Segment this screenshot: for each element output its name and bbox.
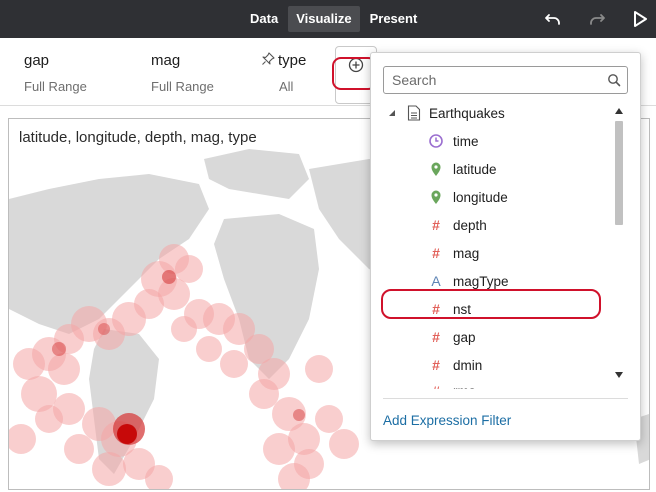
hash-icon: # xyxy=(432,301,440,317)
column-item-magtype[interactable]: A magType xyxy=(427,267,509,295)
undo-icon[interactable] xyxy=(543,9,563,29)
column-item-mag[interactable]: # mag xyxy=(427,239,479,267)
column-item-dmin[interactable]: # dmin xyxy=(427,351,482,379)
expand-triangle-icon[interactable] xyxy=(387,108,397,118)
tab-visualize[interactable]: Visualize xyxy=(288,6,360,32)
column-item-nst[interactable]: # nst xyxy=(427,295,471,323)
hash-icon: # xyxy=(432,245,440,261)
pin-icon[interactable] xyxy=(261,52,275,66)
location-pin-icon xyxy=(431,162,441,176)
hash-icon: # xyxy=(432,217,440,233)
filter-gap[interactable]: gap Full Range xyxy=(24,52,87,94)
column-label: magType xyxy=(453,273,509,289)
column-search-input[interactable] xyxy=(383,66,628,94)
tree-node-dataset[interactable]: Earthquakes xyxy=(387,99,505,127)
mode-nav: Data Visualize Present xyxy=(242,0,425,38)
column-label: dmin xyxy=(453,357,483,373)
scroll-up-arrow-icon[interactable] xyxy=(614,107,624,115)
top-toolbar: Data Visualize Present xyxy=(0,0,656,38)
filter-value: All xyxy=(279,79,294,94)
filter-type[interactable]: type All xyxy=(261,52,306,94)
location-pin-icon xyxy=(431,190,441,204)
filter-name: mag xyxy=(151,52,181,69)
column-item-rms[interactable]: # rms xyxy=(427,377,476,390)
filter-value: Full Range xyxy=(151,79,214,94)
play-icon[interactable] xyxy=(630,9,650,29)
redo-icon[interactable] xyxy=(587,9,607,29)
tab-present[interactable]: Present xyxy=(362,6,426,32)
hash-icon: # xyxy=(427,383,445,389)
column-item-depth[interactable]: # depth xyxy=(427,211,487,239)
filter-value: Full Range xyxy=(24,79,87,94)
column-label: rms xyxy=(453,384,476,390)
visualization-title: latitude, longitude, depth, mag, type xyxy=(19,129,257,146)
column-label: gap xyxy=(453,329,476,345)
column-label: mag xyxy=(453,245,480,261)
column-label: latitude xyxy=(453,161,497,177)
add-expression-filter-link[interactable]: Add Expression Filter xyxy=(383,413,511,428)
dataset-label: Earthquakes xyxy=(429,105,505,121)
tab-data[interactable]: Data xyxy=(242,6,286,32)
column-label: nst xyxy=(453,301,472,317)
panel-divider xyxy=(383,398,628,399)
clock-icon xyxy=(429,134,443,148)
search-icon xyxy=(608,74,621,87)
text-attribute-icon: A xyxy=(431,273,441,289)
column-label: longitude xyxy=(453,189,508,205)
dataset-icon xyxy=(407,105,421,121)
filter-name: type xyxy=(278,52,307,69)
column-label: time xyxy=(453,133,479,149)
column-item-time[interactable]: time xyxy=(427,127,479,155)
column-label: depth xyxy=(453,217,487,233)
filter-mag[interactable]: mag Full Range xyxy=(151,52,214,94)
hash-icon: # xyxy=(432,329,440,345)
plus-circle-icon xyxy=(348,57,364,73)
add-filter-dropdown: Earthquakes time latitude longitude # xyxy=(370,52,641,441)
column-item-longitude[interactable]: longitude xyxy=(427,183,508,211)
filter-name: gap xyxy=(24,52,50,69)
scroll-down-arrow-icon[interactable] xyxy=(614,371,624,379)
column-list-scrollbar[interactable] xyxy=(612,103,626,383)
column-item-latitude[interactable]: latitude xyxy=(427,155,497,183)
column-item-gap[interactable]: # gap xyxy=(427,323,476,351)
hash-icon: # xyxy=(432,357,440,373)
column-tree: Earthquakes time latitude longitude # de… xyxy=(371,99,616,389)
scrollbar-thumb[interactable] xyxy=(615,121,623,225)
